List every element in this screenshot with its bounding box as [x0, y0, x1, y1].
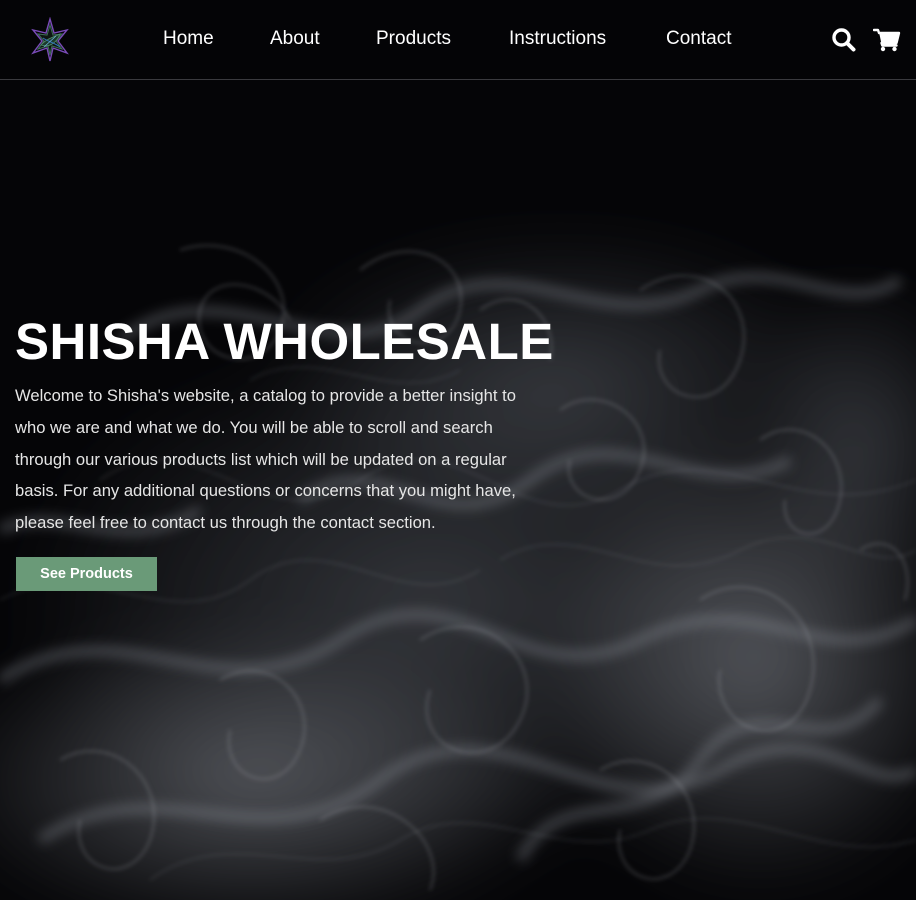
hero-title: SHISHA WHOLESALE [15, 313, 554, 370]
cart-button[interactable] [872, 28, 901, 54]
main-nav: Home About Products Instructions Contact [0, 0, 916, 79]
nav-about[interactable]: About [270, 27, 320, 51]
page: Home About Products Instructions Contact [0, 0, 916, 900]
nav-instructions[interactable]: Instructions [509, 27, 606, 51]
see-products-button[interactable]: See Products [16, 557, 157, 591]
cart-icon [872, 28, 901, 52]
hero-section: SHISHA WHOLESALE Welcome to Shisha's web… [0, 80, 916, 900]
hero-description: Welcome to Shisha's website, a catalog t… [15, 386, 516, 533]
search-button[interactable] [831, 27, 857, 53]
site-header: Home About Products Instructions Contact [0, 0, 916, 80]
nav-home[interactable]: Home [163, 27, 214, 51]
nav-contact[interactable]: Contact [666, 27, 731, 51]
nav-products[interactable]: Products [376, 27, 451, 51]
search-icon [832, 28, 856, 52]
